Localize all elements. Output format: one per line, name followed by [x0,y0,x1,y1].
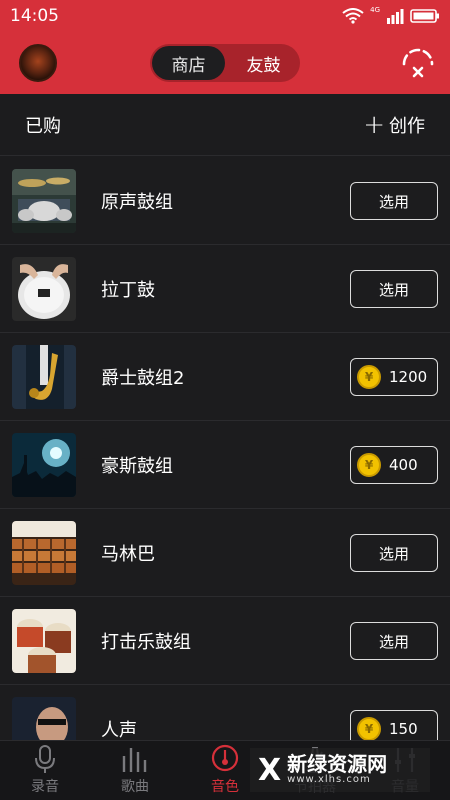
price-button[interactable]: ¥ 400 [350,446,438,484]
tab-label: 歌曲 [121,779,149,795]
status-icons: 4G [342,6,440,24]
acoustic-drum-thumbnail [12,169,76,233]
item-name: 豪斯鼓组 [101,456,173,477]
tab-friend-drum[interactable]: 友鼓 [227,44,300,82]
jazz-saxophone-thumbnail [12,345,76,409]
tab-label: 录音 [31,779,59,795]
watermark: X 新绿资源网 www.xlhs.com [250,748,430,792]
watermark-text: 新绿资源网 www.xlhs.com [287,754,387,786]
mic-icon [35,745,55,773]
list-item[interactable]: 原声鼓组 选用 [0,157,450,245]
price-value: 1200 [389,368,428,386]
select-button[interactable]: 选用 [350,534,438,572]
disconnected-icon[interactable] [400,46,436,82]
kit-list: 原声鼓组 选用 拉丁鼓 选用 爵士鼓组2 ¥ 1200 豪斯鼓组 ¥ 400 马… [0,157,450,773]
item-name: 打击乐鼓组 [101,632,191,653]
item-name: 马林巴 [101,544,155,565]
store-segmented-control: 商店 友鼓 [150,44,300,82]
item-name: 爵士鼓组2 [101,368,185,389]
price-value: 150 [389,720,418,738]
tab-label: 音色 [211,779,239,795]
select-button[interactable]: 选用 [350,622,438,660]
network-type-label: 4G [370,6,380,14]
wifi-icon [342,8,364,24]
list-item[interactable]: 拉丁鼓 选用 [0,245,450,333]
app-header: 商店 友鼓 [0,32,450,94]
tab-record[interactable]: 录音 [0,741,90,800]
tab-songs[interactable]: 歌曲 [90,741,180,800]
timbre-icon [211,744,239,772]
coin-icon: ¥ [357,365,381,389]
create-button[interactable]: + 创作 [363,112,425,138]
list-item[interactable]: 马林巴 选用 [0,509,450,597]
create-label: 创作 [389,115,425,137]
price-value: 400 [389,456,418,474]
status-bar: 14:05 4G [0,0,450,32]
coin-icon: ¥ [357,717,381,741]
bars-icon [122,748,147,772]
purchased-title: 已购 [25,115,61,137]
select-button[interactable]: 选用 [350,182,438,220]
battery-icon [410,9,439,23]
concert-crowd-thumbnail [12,433,76,497]
percussion-thumbnail [12,609,76,673]
tab-store[interactable]: 商店 [152,46,225,80]
item-name: 拉丁鼓 [101,280,155,301]
avatar[interactable] [19,44,57,82]
item-name: 原声鼓组 [101,192,173,213]
plus-icon: + [363,109,385,140]
list-item[interactable]: 爵士鼓组2 ¥ 1200 [0,333,450,421]
list-item[interactable]: 打击乐鼓组 选用 [0,597,450,685]
price-button[interactable]: ¥ 1200 [350,358,438,396]
list-item[interactable]: 豪斯鼓组 ¥ 400 [0,421,450,509]
status-time: 14:05 [10,6,59,26]
select-button[interactable]: 选用 [350,270,438,308]
signal-icon [387,9,404,24]
purchased-bar: 已购 + 创作 [0,94,450,156]
coin-icon: ¥ [357,453,381,477]
watermark-title: 新绿资源网 [287,752,388,777]
marimba-thumbnail [12,521,76,585]
latin-drum-thumbnail [12,257,76,321]
watermark-logo: X [258,752,282,788]
watermark-url: www.xlhs.com [287,774,371,786]
